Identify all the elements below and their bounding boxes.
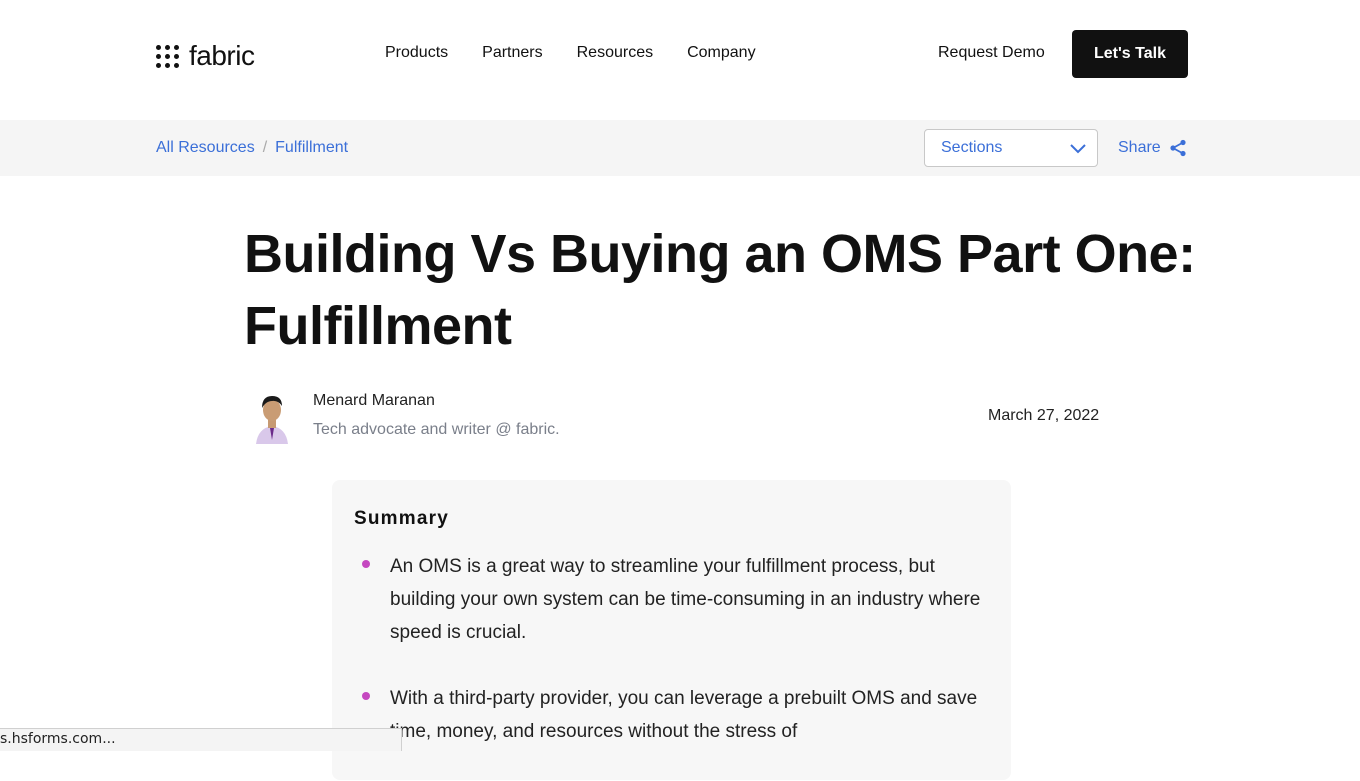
- sections-label: Sections: [941, 139, 1003, 156]
- summary-bullet-text: With a third-party provider, you can lev…: [390, 688, 978, 742]
- summary-title: Summary: [354, 508, 449, 529]
- share-label: Share: [1118, 139, 1161, 156]
- lets-talk-button[interactable]: Let's Talk: [1072, 30, 1188, 78]
- breadcrumb-separator: /: [262, 139, 268, 156]
- chevron-down-icon: [1070, 144, 1086, 154]
- list-item: An OMS is a great way to streamline your…: [354, 550, 984, 649]
- share-button[interactable]: Share: [1118, 139, 1187, 157]
- main-nav: Products Partners Resources Company: [385, 44, 756, 62]
- nav-company[interactable]: Company: [687, 44, 755, 62]
- bullet-icon: [362, 560, 370, 568]
- bullet-icon: [362, 692, 370, 700]
- fabric-logo-icon: [156, 44, 179, 68]
- author-bio: Tech advocate and writer @ fabric.: [313, 421, 560, 438]
- breadcrumb: All Resources / Fulfillment: [156, 139, 348, 157]
- summary-list: An OMS is a great way to streamline your…: [354, 550, 984, 781]
- status-bar-url: s.hsforms.com...: [0, 728, 402, 751]
- nav-products[interactable]: Products: [385, 44, 448, 62]
- nav-partners[interactable]: Partners: [482, 44, 542, 62]
- breadcrumb-all-resources[interactable]: All Resources: [156, 139, 255, 157]
- author-name[interactable]: Menard Maranan: [313, 392, 435, 410]
- site-header: fabric Products Partners Resources Compa…: [0, 0, 1360, 120]
- sections-dropdown[interactable]: Sections: [924, 129, 1098, 167]
- nav-resources[interactable]: Resources: [577, 44, 653, 62]
- fabric-logo[interactable]: fabric: [156, 40, 255, 72]
- summary-bullet-text: An OMS is a great way to streamline your…: [390, 556, 981, 643]
- breadcrumb-fulfillment[interactable]: Fulfillment: [275, 139, 348, 157]
- list-item: With a third-party provider, you can lev…: [354, 682, 984, 748]
- request-demo-link[interactable]: Request Demo: [938, 44, 1045, 62]
- logo-text: fabric: [189, 40, 255, 71]
- summary-box: Summary An OMS is a great way to streaml…: [332, 480, 1011, 780]
- share-icon: [1170, 139, 1186, 157]
- author-avatar: [248, 388, 296, 444]
- article-title: Building Vs Buying an OMS Part One: Fulf…: [244, 224, 1196, 356]
- publish-date: March 27, 2022: [988, 407, 1100, 424]
- breadcrumb-bar: All Resources / Fulfillment Sections Sha…: [0, 120, 1360, 176]
